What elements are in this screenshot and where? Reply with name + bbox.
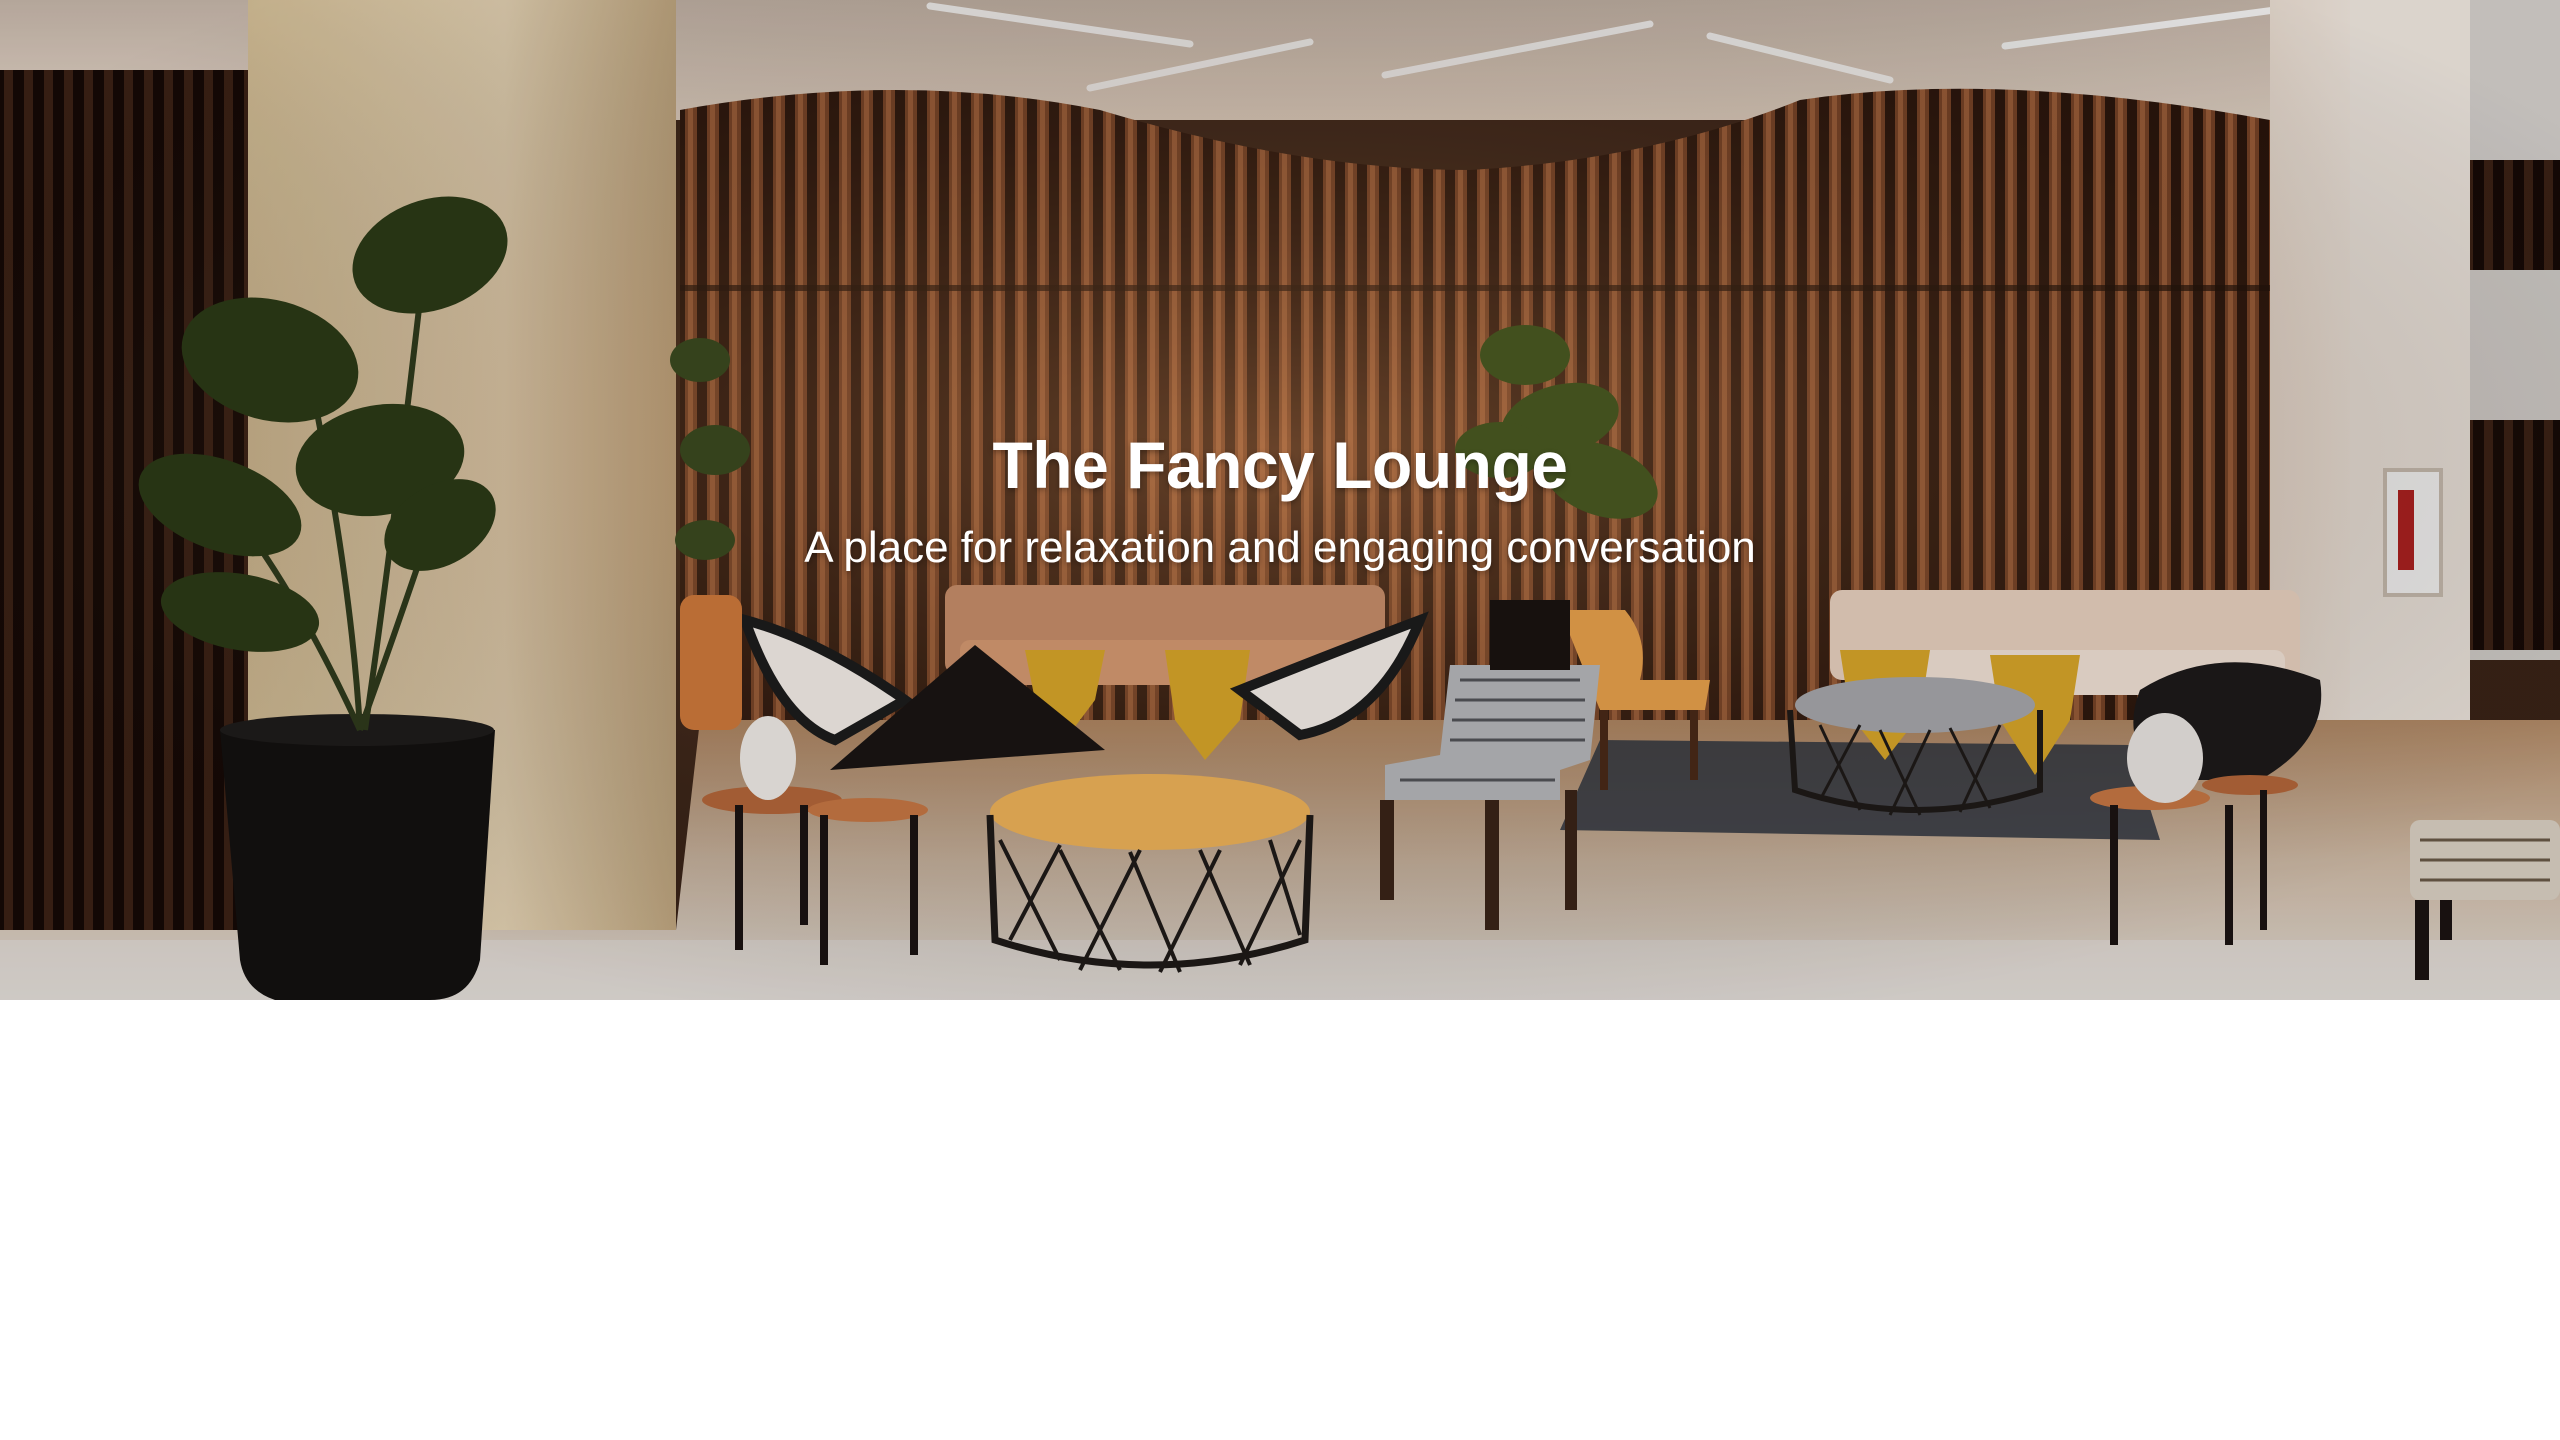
page-subtitle: A place for relaxation and engaging conv… bbox=[804, 523, 1756, 572]
page-content-area bbox=[0, 1000, 2560, 1440]
hero-text-block: The Fancy Lounge A place for relaxation … bbox=[0, 420, 2560, 578]
page-title: The Fancy Lounge bbox=[992, 428, 1568, 502]
hero-banner: The Fancy Lounge A place for relaxation … bbox=[0, 0, 2560, 1000]
